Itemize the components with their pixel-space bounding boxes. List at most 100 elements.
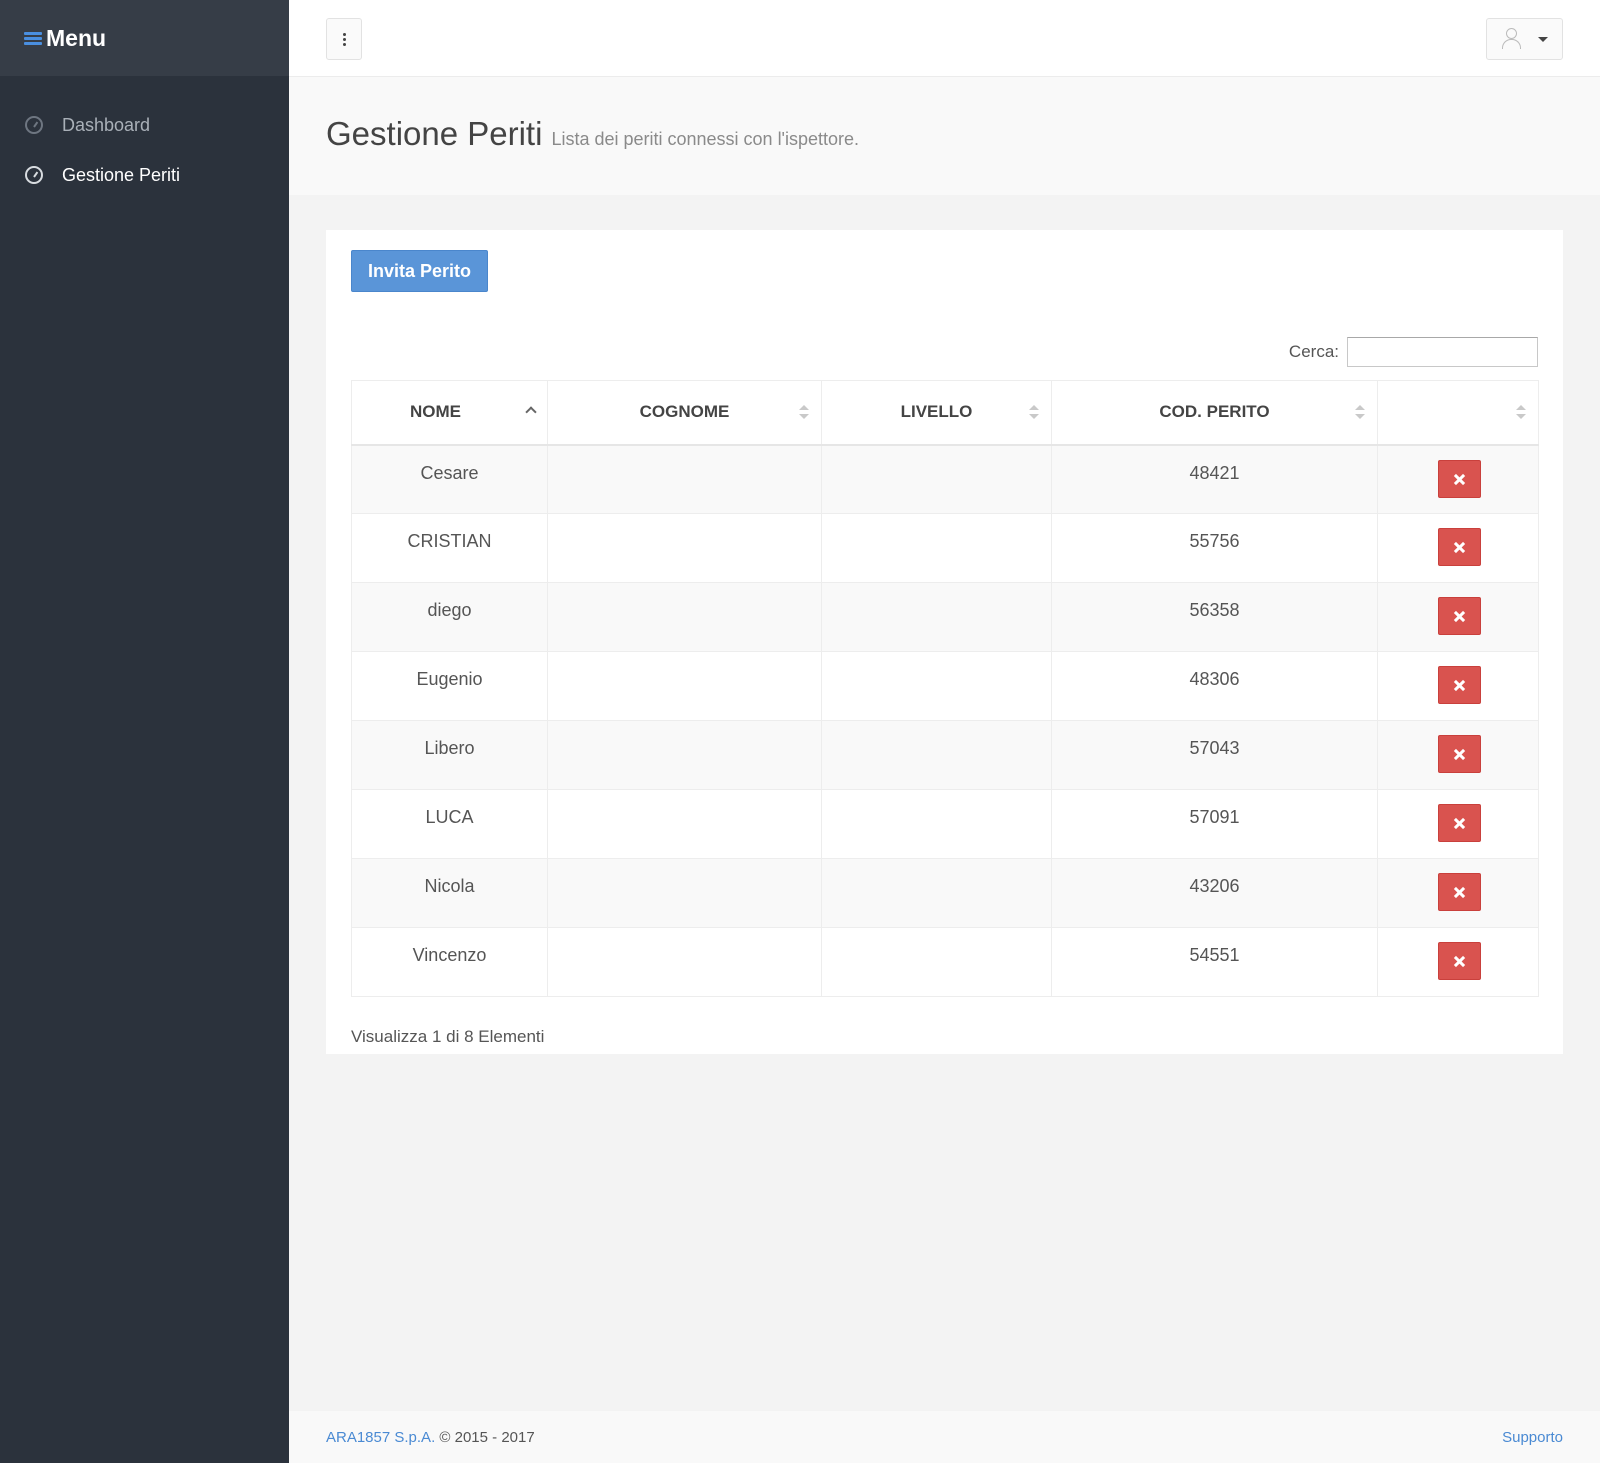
support-link[interactable]: Supporto <box>1502 1429 1563 1446</box>
close-icon <box>1454 956 1465 967</box>
delete-button[interactable] <box>1437 873 1481 911</box>
table-row: Eugenio 48306 <box>351 651 1539 721</box>
cell-actions <box>1377 513 1539 583</box>
cell-cognome <box>547 582 822 652</box>
column-header-nome[interactable]: NOME <box>351 380 548 446</box>
footer-copyright: ARA1857 S.p.A. © 2015 - 2017 <box>326 1429 535 1446</box>
close-icon <box>1454 474 1465 485</box>
close-icon <box>1454 887 1465 898</box>
cell-actions <box>1377 789 1539 859</box>
column-header-label: LIVELLO <box>900 402 973 422</box>
dashboard-icon <box>25 116 43 134</box>
table-row: Cesare 48421 <box>351 444 1539 514</box>
sort-icon <box>799 405 809 419</box>
cell-nome: Vincenzo <box>351 927 548 997</box>
cell-actions <box>1377 582 1539 652</box>
cell-nome: CRISTIAN <box>351 513 548 583</box>
sort-icon <box>1355 405 1365 419</box>
cell-nome: diego <box>351 582 548 652</box>
table-header-row: NOME COGNOME LIVELLO COD. PERITO <box>351 380 1539 446</box>
column-header-livello[interactable]: LIVELLO <box>821 380 1052 446</box>
sidebar-nav: Dashboard Gestione Periti <box>0 76 289 200</box>
column-header-actions[interactable] <box>1377 380 1539 446</box>
cell-nome: LUCA <box>351 789 548 859</box>
sort-ascending-icon <box>525 406 537 418</box>
sidebar-item-label: Dashboard <box>62 114 151 135</box>
company-link[interactable]: ARA1857 S.p.A. <box>326 1429 435 1446</box>
close-icon <box>1454 749 1465 760</box>
cell-actions <box>1377 858 1539 928</box>
cell-nome: Libero <box>351 720 548 790</box>
hamburger-icon[interactable] <box>24 30 42 47</box>
table-info: Visualizza 1 di 8 Elementi <box>351 1027 545 1046</box>
cell-actions <box>1377 651 1539 721</box>
cell-nome: Eugenio <box>351 651 548 721</box>
periti-table: NOME COGNOME LIVELLO COD. PERITO Cesare … <box>351 380 1539 997</box>
copyright-text: © 2015 - 2017 <box>439 1429 535 1446</box>
cell-cognome <box>547 858 822 928</box>
delete-button[interactable] <box>1437 942 1481 980</box>
table-row: Vincenzo 54551 <box>351 927 1539 997</box>
cell-livello <box>821 513 1052 583</box>
cell-cognome <box>547 927 822 997</box>
sidebar-item-label: Gestione Periti <box>62 164 181 185</box>
delete-button[interactable] <box>1437 459 1481 498</box>
cell-cod-perito: 43206 <box>1051 858 1378 928</box>
close-icon <box>1454 818 1465 829</box>
cell-actions <box>1377 927 1539 997</box>
sidebar-item-dashboard[interactable]: Dashboard <box>0 100 289 150</box>
menu-title: Menu <box>46 24 107 51</box>
column-header-cod-perito[interactable]: COD. PERITO <box>1051 380 1378 446</box>
invite-perito-button[interactable]: Invita Perito <box>351 250 488 292</box>
cell-cognome <box>547 720 822 790</box>
cell-cod-perito: 48306 <box>1051 651 1378 721</box>
table-row: Nicola 43206 <box>351 858 1539 928</box>
cell-cognome <box>547 789 822 859</box>
periti-panel: Invita Perito Cerca: NOME COGNOME LIVELL… <box>326 230 1563 1054</box>
cell-livello <box>821 444 1052 514</box>
column-header-label: COD. PERITO <box>1159 402 1270 422</box>
cell-livello <box>821 582 1052 652</box>
cell-cod-perito: 54551 <box>1051 927 1378 997</box>
cell-actions <box>1377 720 1539 790</box>
cell-livello <box>821 858 1052 928</box>
cell-cod-perito: 57043 <box>1051 720 1378 790</box>
cell-nome: Nicola <box>351 858 548 928</box>
user-menu-button[interactable] <box>1486 18 1563 60</box>
close-icon <box>1454 611 1465 622</box>
caret-down-icon <box>1538 36 1548 42</box>
delete-button[interactable] <box>1437 528 1481 566</box>
cell-cognome <box>547 444 822 514</box>
cell-livello <box>821 651 1052 721</box>
cell-livello <box>821 789 1052 859</box>
delete-button[interactable] <box>1437 597 1481 635</box>
sidebar-header[interactable]: Menu <box>0 0 289 76</box>
sort-icon <box>1029 405 1039 419</box>
cell-cognome <box>547 513 822 583</box>
sidebar-item-gestione-periti[interactable]: Gestione Periti <box>0 150 289 200</box>
close-icon <box>1454 680 1465 691</box>
cell-nome: Cesare <box>351 444 548 514</box>
cell-livello <box>821 720 1052 790</box>
page-title: Gestione Periti <box>326 115 543 152</box>
cell-cod-perito: 55756 <box>1051 513 1378 583</box>
table-row: LUCA 57091 <box>351 789 1539 859</box>
column-header-label: NOME <box>410 402 461 422</box>
cell-cod-perito: 57091 <box>1051 789 1378 859</box>
delete-button[interactable] <box>1437 735 1481 773</box>
page-subtitle: Lista dei periti connessi con l'ispettor… <box>551 129 860 149</box>
column-header-label: COGNOME <box>639 402 730 422</box>
cell-livello <box>821 927 1052 997</box>
delete-button[interactable] <box>1437 666 1481 704</box>
search-input[interactable] <box>1347 337 1538 367</box>
more-options-button[interactable] <box>326 18 362 60</box>
sidebar: Menu Dashboard Gestione Periti <box>0 0 289 1463</box>
column-header-cognome[interactable]: COGNOME <box>547 380 822 446</box>
cell-cognome <box>547 651 822 721</box>
table-row: diego 56358 <box>351 582 1539 652</box>
search-label: Cerca: <box>1288 342 1339 361</box>
cell-cod-perito: 56358 <box>1051 582 1378 652</box>
search-row: Cerca: <box>1289 337 1538 367</box>
delete-button[interactable] <box>1437 804 1481 842</box>
table-row: CRISTIAN 55756 <box>351 513 1539 583</box>
